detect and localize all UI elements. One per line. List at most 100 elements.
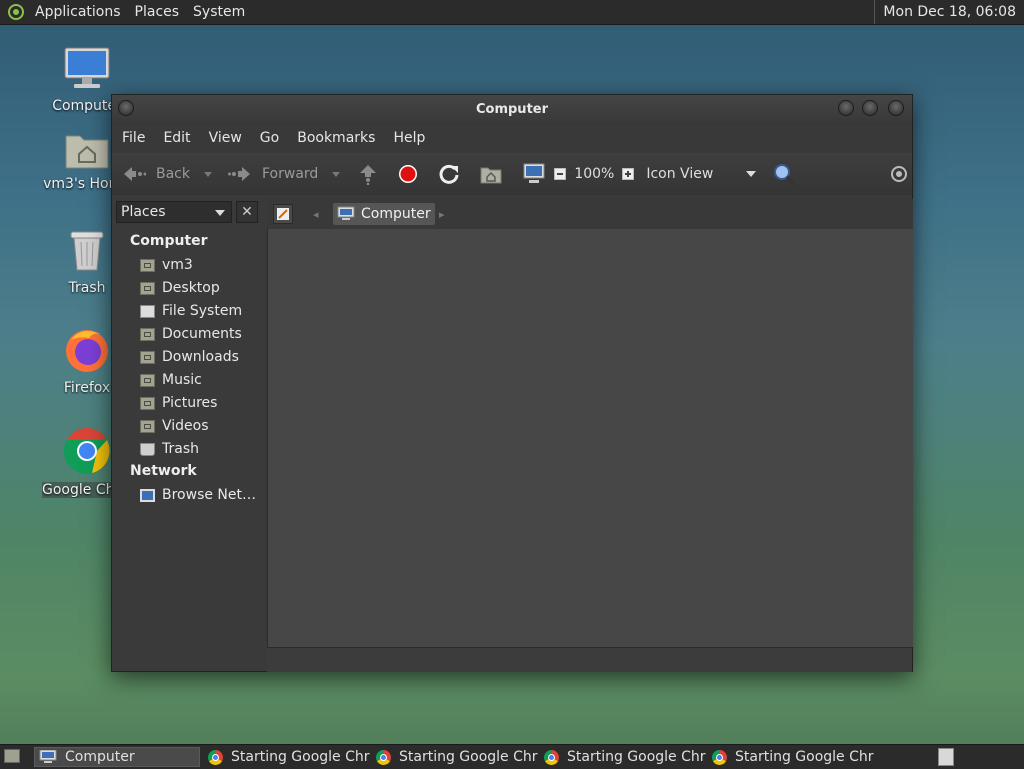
stop-button[interactable] (398, 159, 418, 189)
chevron-down-icon (332, 171, 341, 177)
chevron-down-icon (204, 171, 212, 177)
close-button[interactable] (888, 100, 904, 116)
sidebar-item-vm3[interactable]: vm3 (140, 255, 193, 275)
zoom-out-button[interactable] (554, 159, 567, 189)
search-icon (774, 164, 796, 186)
reload-icon (439, 164, 459, 184)
sidebar-item-downloads[interactable]: Downloads (140, 347, 239, 367)
computer-icon (64, 47, 110, 88)
task-chrome-3[interactable]: Starting Google Chr… (540, 747, 706, 767)
task-label: Computer (65, 749, 135, 765)
menu-bookmarks[interactable]: Bookmarks (287, 130, 383, 146)
downloads-folder-icon (140, 350, 155, 364)
sidebar-heading-network: Network (130, 463, 197, 479)
search-button[interactable] (772, 159, 796, 189)
drive-icon (140, 304, 155, 318)
up-arrow-icon (360, 165, 377, 185)
menu-system[interactable]: System (186, 0, 252, 24)
breadcrumb-scroll-left-icon[interactable]: ◂ (313, 208, 319, 221)
sidebar-item-pictures[interactable]: Pictures (140, 393, 217, 413)
computer-icon (39, 750, 57, 763)
sidebar-item-label: Browse Net… (162, 487, 257, 503)
sidebar-type-select[interactable]: Places (116, 201, 232, 223)
chevron-down-icon (215, 210, 225, 216)
view-mode-label: Icon View (646, 166, 714, 182)
edit-icon (277, 208, 289, 220)
documents-folder-icon (140, 327, 155, 341)
stop-icon (399, 165, 418, 183)
forward-history-dropdown[interactable] (332, 159, 341, 189)
zoom-out-icon (554, 168, 567, 180)
minimize-button[interactable] (838, 100, 854, 116)
task-chrome-1[interactable]: Starting Google Chr… (204, 747, 370, 767)
up-button[interactable] (358, 159, 378, 189)
sidebar-item-trash[interactable]: Trash (140, 439, 199, 459)
computer-button[interactable] (522, 159, 546, 189)
close-sidebar-button[interactable]: ✕ (236, 201, 258, 223)
task-label: Starting Google Chr… (399, 749, 538, 765)
desktop-folder-icon (140, 281, 155, 295)
back-history-dropdown[interactable] (204, 159, 212, 189)
reload-button[interactable] (438, 159, 460, 189)
task-chrome-2[interactable]: Starting Google Chr… (372, 747, 538, 767)
home-button[interactable] (480, 159, 502, 189)
mint-logo-icon[interactable] (8, 4, 24, 20)
sidebar-item-label: Pictures (162, 395, 218, 411)
sidebar-item-label: Downloads (162, 349, 239, 365)
sidebar-item-browse-network[interactable]: Browse Net… (140, 485, 256, 505)
location-bar: ◂ Computer ▸ (267, 199, 913, 229)
sidebar-item-desktop[interactable]: Desktop (140, 278, 220, 298)
videos-folder-icon (140, 419, 155, 433)
menu-applications[interactable]: Applications (28, 0, 128, 24)
sidebar-item-file-system[interactable]: File System (140, 301, 242, 321)
sidebar-item-label: Videos (162, 418, 209, 434)
workspace-switcher[interactable] (938, 748, 954, 766)
chevron-down-icon (746, 171, 757, 177)
firefox-icon (66, 330, 108, 372)
task-label: Starting Google Chr… (735, 749, 874, 765)
forward-label: Forward (262, 166, 319, 182)
sidebar-type-label: Places (121, 204, 166, 220)
window-titlebar[interactable]: Computer (112, 95, 912, 125)
toolbar: Back Forward 100% Icon View (112, 153, 912, 195)
view-mode-select[interactable]: Icon View (646, 159, 757, 189)
maximize-button[interactable] (862, 100, 878, 116)
back-label: Back (156, 166, 190, 182)
chrome-icon (64, 428, 110, 474)
menu-view[interactable]: View (199, 130, 250, 146)
back-button[interactable]: Back (122, 159, 190, 189)
menu-edit[interactable]: Edit (153, 130, 198, 146)
activity-spinner-icon (891, 166, 907, 182)
chrome-icon (544, 749, 559, 765)
chrome-icon (712, 749, 727, 765)
breadcrumb-computer[interactable]: Computer (333, 203, 435, 225)
sidebar-item-music[interactable]: Music (140, 370, 202, 390)
chrome-icon (208, 749, 223, 765)
menubar: File Edit View Go Bookmarks Help (112, 125, 912, 151)
toggle-location-entry-button[interactable] (273, 204, 293, 224)
zoom-level-label: 100% (574, 166, 615, 182)
status-bar (267, 647, 912, 672)
task-computer[interactable]: Computer (34, 747, 200, 767)
show-desktop-icon[interactable] (4, 749, 20, 763)
sidebar-item-label: Music (162, 372, 202, 388)
forward-button[interactable]: Forward (228, 159, 318, 189)
zoom-level[interactable]: 100% (574, 159, 614, 189)
window-title: Computer (475, 102, 549, 117)
forward-arrow-icon (228, 167, 250, 181)
bottom-panel: Computer Starting Google Chr… Starting G… (0, 744, 1024, 769)
home-icon (480, 167, 502, 184)
task-chrome-4[interactable]: Starting Google Chr… (708, 747, 874, 767)
clock[interactable]: Mon Dec 18, 06:08 (874, 0, 1024, 24)
file-view[interactable] (267, 229, 913, 647)
menu-file[interactable]: File (112, 130, 153, 146)
menu-help[interactable]: Help (383, 130, 433, 146)
sidebar-item-label: Documents (162, 326, 242, 342)
menu-places[interactable]: Places (128, 0, 187, 24)
zoom-in-icon (622, 168, 635, 180)
sidebar-item-documents[interactable]: Documents (140, 324, 242, 344)
sidebar-item-videos[interactable]: Videos (140, 416, 209, 436)
breadcrumb-scroll-right-icon[interactable]: ▸ (439, 208, 445, 221)
menu-go[interactable]: Go (250, 130, 287, 146)
zoom-in-button[interactable] (622, 159, 635, 189)
